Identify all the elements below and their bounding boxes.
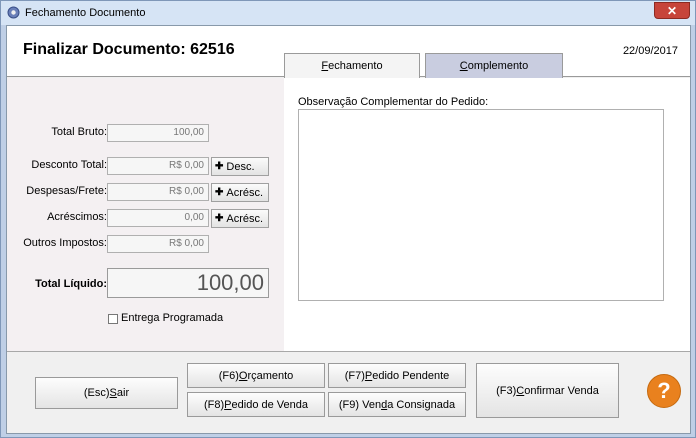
confirmar-venda-button[interactable]: (F3) Confirmar Venda bbox=[476, 363, 619, 418]
pedido-pendente-button[interactable]: (F7) Pedido Pendente bbox=[328, 363, 466, 388]
add-desconto-button[interactable]: ✚ Desc. bbox=[211, 157, 269, 176]
close-icon: ✕ bbox=[666, 3, 678, 18]
pedido-venda-button[interactable]: (F8) Pedido de Venda bbox=[187, 392, 325, 417]
window: Fechamento Documento ✕ Finalizar Documen… bbox=[0, 0, 696, 438]
despesas-frete-label: Despesas/Frete: bbox=[26, 185, 107, 197]
orcamento-button[interactable]: (F6) Orçamento bbox=[187, 363, 325, 388]
entrega-programada-label[interactable]: Entrega Programada bbox=[121, 312, 223, 324]
acrescimos-field[interactable]: 0,00 bbox=[107, 209, 209, 227]
document-date: 22/09/2017 bbox=[622, 45, 678, 57]
desconto-total-field[interactable]: R$ 0,00 bbox=[107, 157, 209, 175]
window-title: Fechamento Documento bbox=[25, 7, 146, 19]
sair-button[interactable]: (Esc) Sair bbox=[35, 377, 178, 409]
complemento-panel: Observação Complementar do Pedido: bbox=[284, 78, 690, 351]
plus-icon: ✚ bbox=[215, 213, 224, 224]
app-icon bbox=[7, 6, 20, 19]
action-bar: (Esc) Sair (F6) Orçamento (F7) Pedido Pe… bbox=[7, 351, 690, 433]
observacao-label: Observação Complementar do Pedido: bbox=[298, 96, 489, 108]
entrega-programada-checkbox[interactable] bbox=[108, 314, 118, 324]
help-icon: ? bbox=[657, 378, 671, 403]
page-title: Finalizar Documento: 62516 bbox=[23, 41, 235, 58]
title-bar: Fechamento Documento ✕ bbox=[1, 1, 695, 25]
outros-impostos-label: Outros Impostos: bbox=[23, 237, 107, 249]
tab-fechamento[interactable]: Fechamento bbox=[284, 53, 420, 78]
total-liquido-label: Total Líquido: bbox=[35, 278, 107, 290]
dialog-client: Finalizar Documento: 62516 22/09/2017 Fe… bbox=[6, 25, 691, 434]
add-acrescimo-button[interactable]: ✚ Acrésc. bbox=[211, 209, 269, 228]
despesas-frete-field[interactable]: R$ 0,00 bbox=[107, 183, 209, 201]
close-button[interactable]: ✕ bbox=[654, 2, 690, 19]
observacao-textarea[interactable] bbox=[298, 109, 664, 301]
tab-complemento[interactable]: Complemento bbox=[425, 53, 563, 78]
total-bruto-field[interactable]: 100,00 bbox=[107, 124, 209, 142]
plus-icon: ✚ bbox=[215, 187, 224, 198]
venda-consignada-button[interactable]: (F9) Ven d a Consignada bbox=[328, 392, 466, 417]
totals-panel: Total Bruto: 100,00 Desconto Total: R$ 0… bbox=[7, 78, 284, 351]
plus-icon: ✚ bbox=[215, 161, 224, 172]
help-button[interactable]: ? bbox=[647, 374, 681, 408]
header: Finalizar Documento: 62516 22/09/2017 Fe… bbox=[7, 26, 690, 78]
total-liquido-field[interactable]: 100,00 bbox=[107, 268, 269, 298]
add-despesas-button[interactable]: ✚ Acrésc. bbox=[211, 183, 269, 202]
outros-impostos-field[interactable]: R$ 0,00 bbox=[107, 235, 209, 253]
desconto-total-label: Desconto Total: bbox=[31, 159, 107, 171]
acrescimos-label: Acréscimos: bbox=[47, 211, 107, 223]
total-bruto-label: Total Bruto: bbox=[51, 126, 107, 138]
